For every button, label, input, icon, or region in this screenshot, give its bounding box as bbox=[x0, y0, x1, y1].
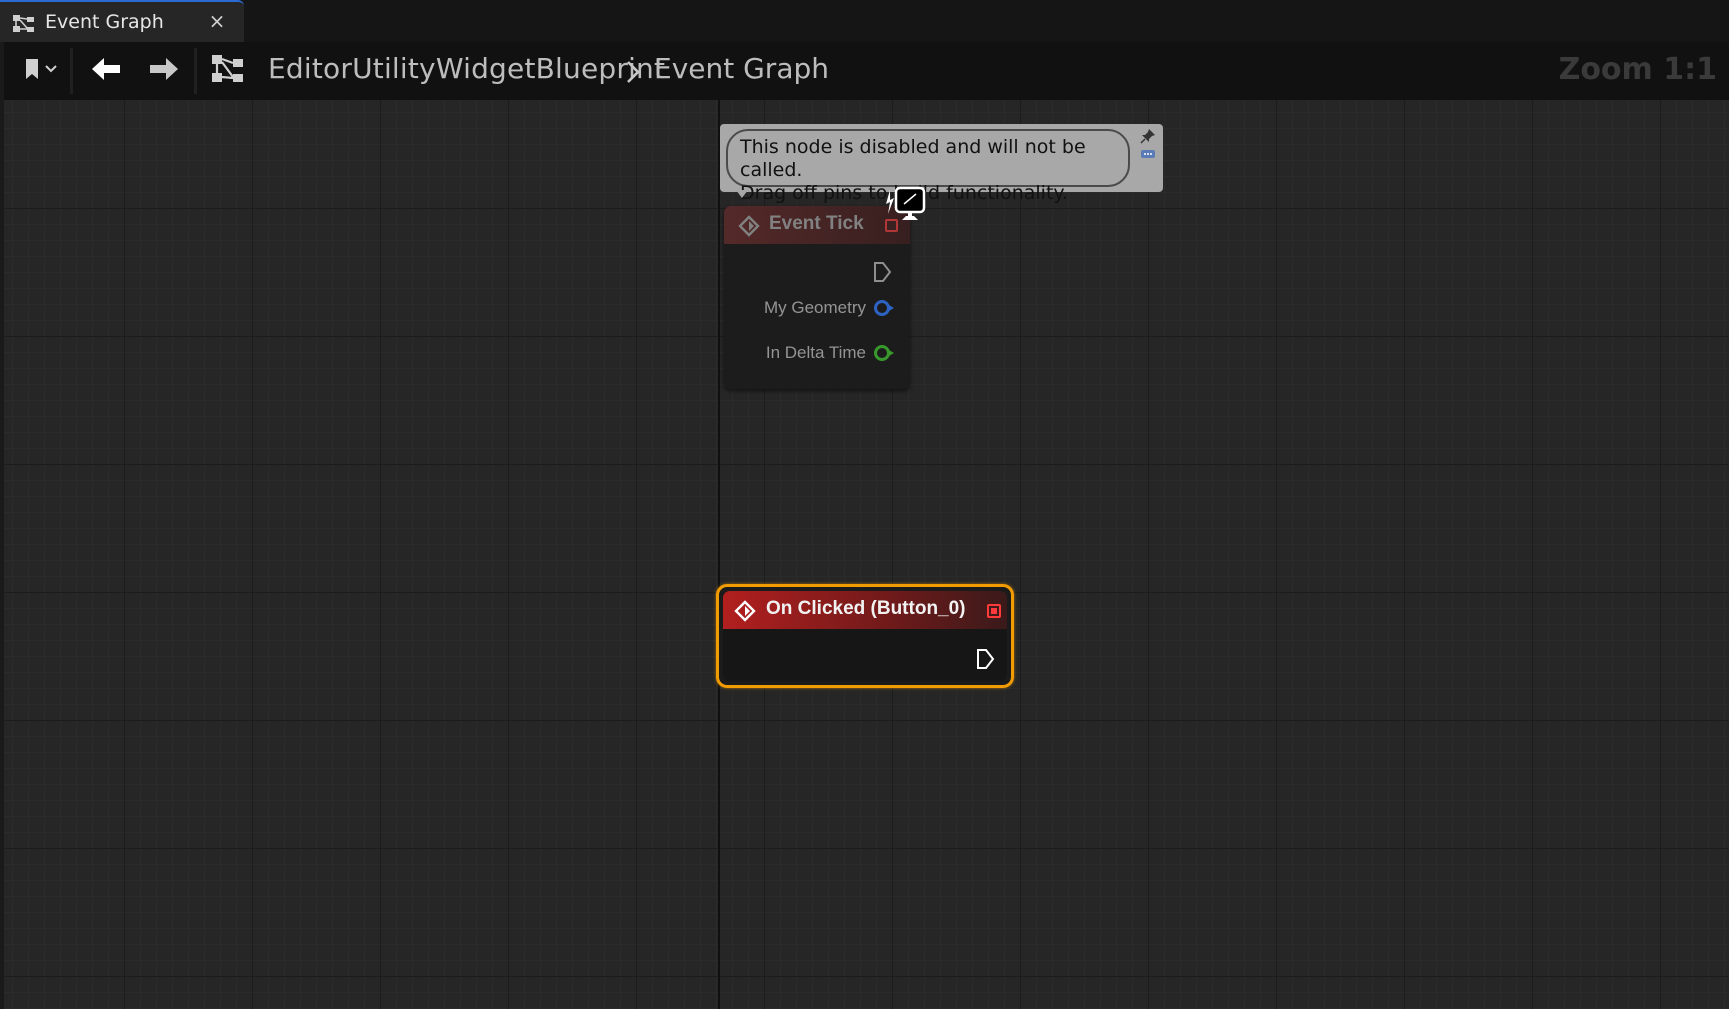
tab-strip: Event Graph × bbox=[0, 0, 1729, 42]
origin-axis-line bbox=[718, 100, 720, 1009]
close-icon[interactable]: × bbox=[207, 11, 227, 31]
comment-tail bbox=[736, 190, 748, 198]
pin-my-geometry[interactable]: My Geometry bbox=[763, 296, 894, 320]
editor-only-monitor-icon bbox=[884, 186, 930, 226]
comment-icon[interactable] bbox=[1140, 146, 1156, 158]
delegate-pin[interactable] bbox=[987, 604, 1001, 618]
pin-label: In Delta Time bbox=[765, 343, 866, 362]
arrow-left-icon bbox=[90, 56, 122, 86]
forward-button[interactable] bbox=[140, 42, 188, 100]
tab-title: Event Graph bbox=[45, 11, 164, 33]
event-tick-title: Event Tick bbox=[769, 213, 864, 234]
bookmark-button[interactable] bbox=[10, 42, 66, 100]
graph-toolbar: EditorUtilityWidgetBlueprint Event Graph… bbox=[4, 42, 1729, 100]
on-clicked-node[interactable]: On Clicked (Button_0) bbox=[716, 584, 1014, 688]
bookmark-icon bbox=[18, 56, 58, 86]
graph-icon bbox=[12, 14, 36, 34]
graph-type-button[interactable] bbox=[208, 42, 248, 100]
arrow-right-icon bbox=[148, 56, 180, 86]
exec-output-pin[interactable] bbox=[872, 260, 892, 284]
event-diamond-icon bbox=[738, 215, 760, 237]
event-diamond-icon bbox=[734, 600, 756, 622]
event-tick-node[interactable]: Event Tick My Geometry In Delta Time bbox=[724, 206, 910, 389]
toolbar-separator bbox=[194, 48, 197, 94]
on-clicked-title: On Clicked (Button_0) bbox=[766, 598, 966, 619]
tab-event-graph[interactable]: Event Graph × bbox=[0, 0, 244, 42]
graph-icon bbox=[210, 53, 246, 89]
back-button[interactable] bbox=[82, 42, 130, 100]
struct-pin-icon bbox=[874, 300, 894, 316]
comment-text: This node is disabled and will not be ca… bbox=[726, 129, 1130, 204]
graph-canvas[interactable]: This node is disabled and will not be ca… bbox=[4, 100, 1729, 1009]
node-comment-bubble[interactable]: This node is disabled and will not be ca… bbox=[720, 124, 1163, 204]
zoom-level: Zoom 1:1 bbox=[1558, 52, 1717, 87]
pin-in-delta-time[interactable]: In Delta Time bbox=[765, 341, 894, 365]
comment-line-1: This node is disabled and will not be ca… bbox=[740, 136, 1086, 181]
on-clicked-body bbox=[723, 629, 1007, 681]
chevron-right-icon bbox=[624, 60, 642, 84]
breadcrumb-root[interactable]: EditorUtilityWidgetBlueprint bbox=[268, 52, 665, 85]
exec-output-pin[interactable] bbox=[975, 647, 995, 671]
pin-label: My Geometry bbox=[763, 298, 866, 317]
toolbar-separator bbox=[70, 48, 73, 94]
pin-icon[interactable] bbox=[1140, 128, 1156, 144]
event-tick-header: Event Tick bbox=[724, 206, 910, 244]
breadcrumb-current: Event Graph bbox=[654, 52, 829, 85]
float-pin-icon bbox=[874, 345, 894, 361]
